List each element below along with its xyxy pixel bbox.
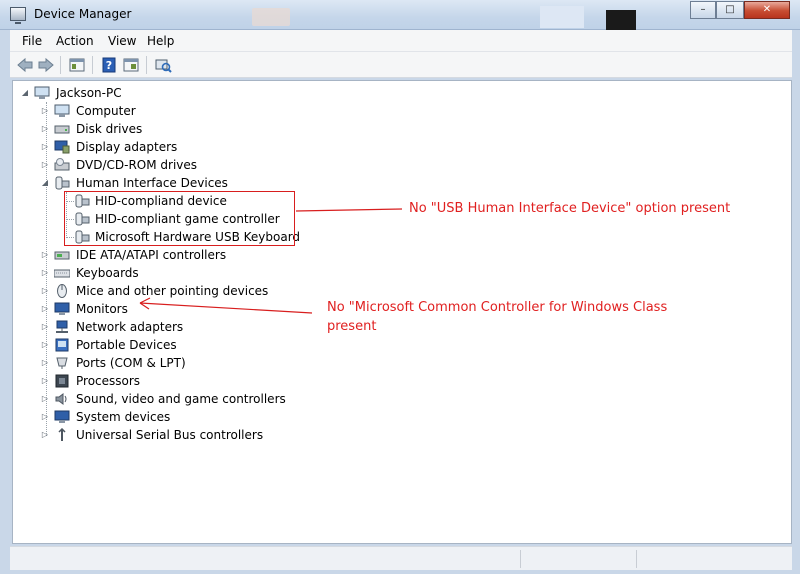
status-cell: [520, 550, 636, 568]
annotation-arrow-2: [139, 302, 313, 314]
annotation-arrows: [139, 208, 403, 314]
annotation-line-1: [295, 208, 403, 212]
status-cell: [636, 550, 792, 568]
status-bar: [10, 546, 792, 570]
